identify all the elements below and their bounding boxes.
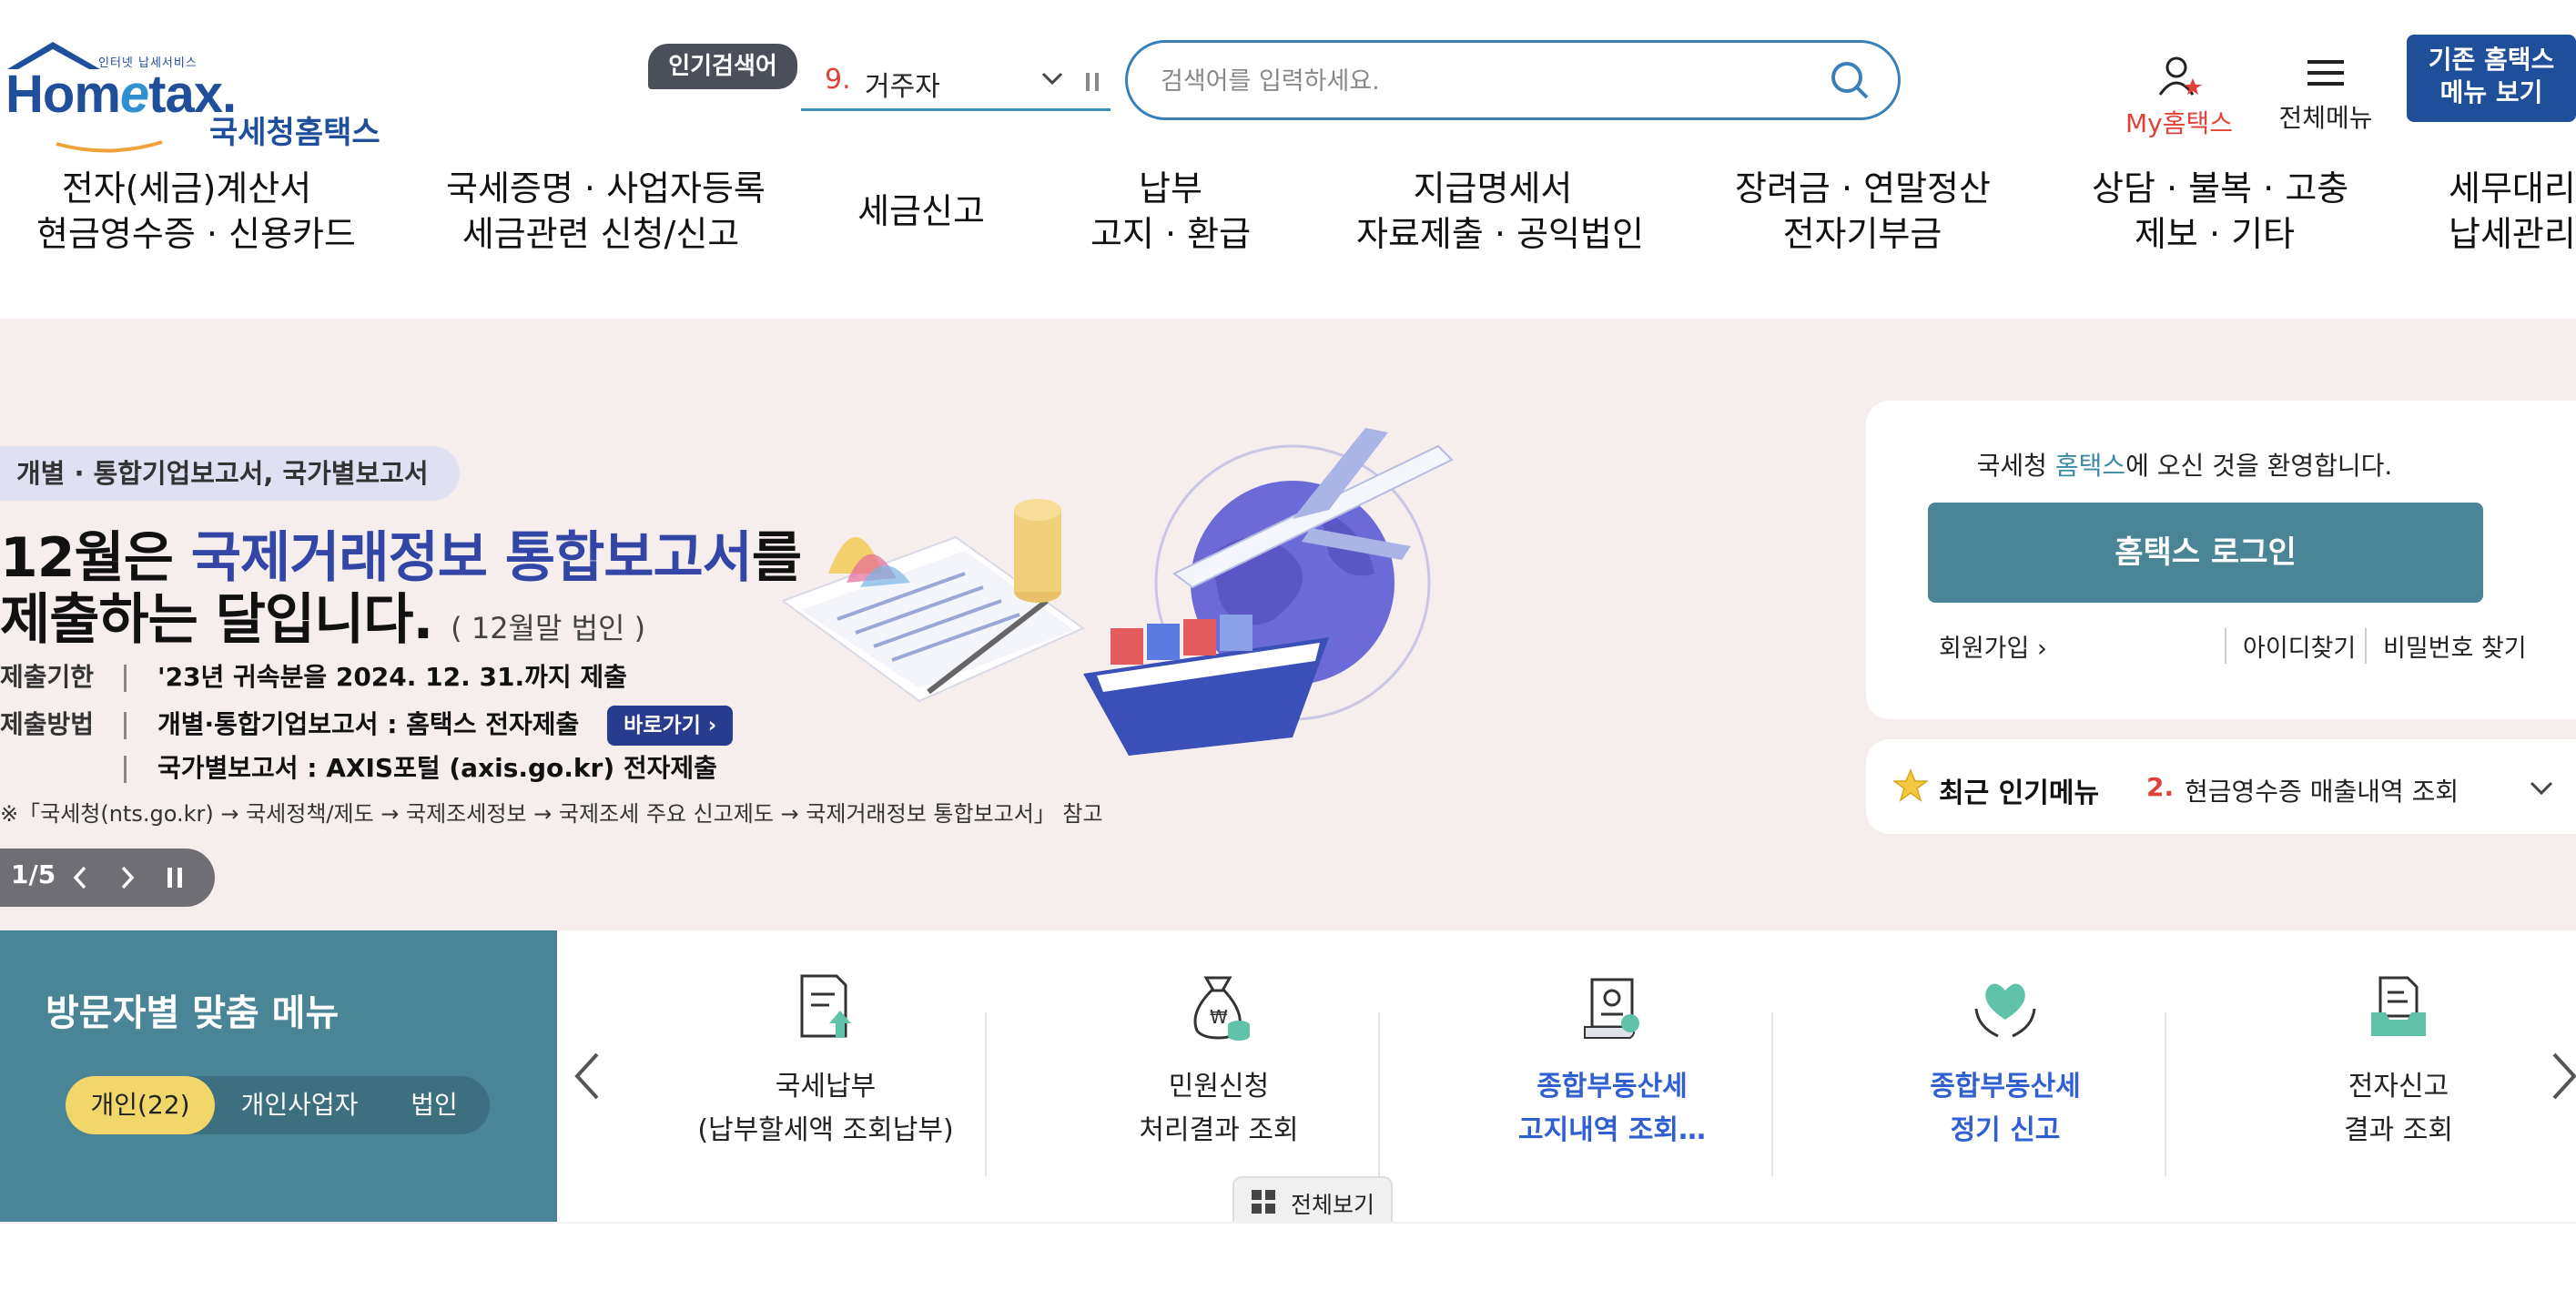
nav-item-incentives[interactable]: 장려금 · 연말정산 전자기부금 <box>1735 166 1991 257</box>
chevron-left-icon[interactable] <box>572 1051 604 1102</box>
popular-search-term[interactable]: 거주자 <box>865 64 940 104</box>
popular-search-badge: 인기검색어 <box>648 44 797 89</box>
tab-sole-proprietor[interactable]: 개인사업자 <box>222 1076 377 1134</box>
legacy-menu-button[interactable]: 기존 홈택스 메뉴 보기 <box>2407 35 2576 122</box>
banner-pager: 1/5 <box>0 849 215 907</box>
nav-item-e-invoice[interactable]: 전자(세금)계산서 현금영수증 · 신용카드 <box>36 166 356 257</box>
money-bag-icon: ₩ <box>1193 976 1250 1041</box>
banner-method-row: 제출방법 개별·통합기업보고서 : 홈택스 전자제출 바로가기 › <box>0 705 734 746</box>
quick-menu-strip: 국세납부 (납부할세액 조회납부) ₩ 민원신청 처리결과 조회 종합부동산세 … <box>557 930 2576 1222</box>
search-input[interactable] <box>1161 59 1798 103</box>
recent-popular-title: 최근 인기메뉴 <box>1939 777 2100 809</box>
banner-tag: 개별 · 통합기업보고서, 국가별보고서 <box>0 446 460 501</box>
login-button[interactable]: 홈택스 로그인 <box>1928 503 2483 603</box>
document-tray-icon <box>2371 976 2426 1036</box>
chevron-right-icon[interactable] <box>2547 1051 2576 1102</box>
banner-deadline-row: 제출기한 '23년 귀속분을 2024. 12. 31.까지 제출 <box>0 662 627 692</box>
nav-item-statements[interactable]: 지급명세서 자료제출 · 공익법인 <box>1356 166 1644 257</box>
nav-item-consultation[interactable]: 상담 · 불복 · 고충 제보 · 기타 <box>2092 166 2348 257</box>
nav-item-tax-agent[interactable]: 세무대리 납세관리 <box>2449 166 2576 257</box>
banner-note: ※「국세청(nts.go.kr) → 국세정책/제도 → 국제조세정보 → 국제… <box>0 801 1103 827</box>
logo-brand: Hometax. <box>5 65 237 124</box>
hamburger-icon <box>2307 60 2344 86</box>
quick-item-e-filing-result[interactable]: 전자신고 결과 조회 <box>2203 972 2576 1182</box>
quick-item-tax-payment[interactable]: 국세납부 (납부할세액 조회납부) <box>630 972 1021 1182</box>
banner-page-count: 1/5 <box>11 859 56 889</box>
find-id-link[interactable]: 아이디찾기 <box>2225 628 2356 664</box>
all-menu-label: 전체메뉴 <box>2278 103 2373 133</box>
chevron-down-icon[interactable] <box>1040 66 1065 91</box>
nav-item-certificates[interactable]: 국세증명 · 사업자등록 세금관련 신청/신고 <box>446 166 766 257</box>
search-bar <box>1125 40 1901 120</box>
my-hometax-label: My홈택스 <box>2125 108 2233 138</box>
search-icon[interactable] <box>1829 59 1871 101</box>
nav-item-tax-filing[interactable]: 세금신고 <box>857 188 985 234</box>
logo-korean-name: 국세청홈택스 <box>209 115 380 151</box>
logo-swoosh-icon <box>56 140 163 153</box>
banner-method-row-2: 국가별보고서 : AXIS포털 (axis.go.kr) 전자제출 <box>0 748 717 785</box>
view-all-label: 전체보기 <box>1291 1192 1375 1218</box>
star-icon <box>1893 768 1928 802</box>
visitor-tabs: 개인(22) 개인사업자 법인 <box>66 1076 490 1134</box>
legacy-menu-line2: 메뉴 보기 <box>2439 77 2543 107</box>
main-banner: 개별 · 통합기업보고서, 국가별보고서 12월은 국제거래정보 통합보고서를 … <box>0 319 2576 930</box>
chevron-down-icon[interactable] <box>2529 777 2554 799</box>
hometax-logo[interactable]: 인터넷 납세서비스 Hometax. 국세청홈택스 <box>0 36 401 153</box>
popular-search-rank: 9. <box>825 64 851 96</box>
svg-text:₩: ₩ <box>1210 1006 1228 1028</box>
main-navigation: 전자(세금)계산서 현금영수증 · 신용카드 국세증명 · 사업자등록 세금관련 신… <box>0 166 2576 266</box>
tab-individual[interactable]: 개인(22) <box>66 1076 215 1134</box>
quick-item-property-tax-notice[interactable]: 종합부동산세 고지내역 조회… <box>1416 972 1808 1182</box>
view-all-button[interactable]: 전체보기 <box>1232 1176 1393 1224</box>
all-menu-button[interactable]: 전체메뉴 <box>2272 55 2379 137</box>
chevron-right-icon[interactable] <box>117 865 138 890</box>
visitor-menu-title: 방문자별 맞춤 메뉴 <box>46 992 340 1034</box>
user-star-icon <box>2158 56 2202 96</box>
pause-icon[interactable] <box>1083 71 1101 93</box>
recent-popular-menu[interactable]: 최근 인기메뉴 2. 현금영수증 매출내역 조회 <box>1866 739 2576 834</box>
popular-search-ticker[interactable]: 9. 거주자 <box>801 55 1111 111</box>
find-password-link[interactable]: 비밀번호 찾기 <box>2365 628 2527 664</box>
certificate-scroll-icon <box>1584 978 1639 1039</box>
my-hometax-button[interactable]: My홈택스 <box>2115 55 2243 138</box>
quick-item-civil-petition[interactable]: ₩ 민원신청 처리결과 조회 <box>1023 972 1415 1182</box>
document-upload-icon <box>800 974 851 1038</box>
coins-illustration <box>1014 499 1061 603</box>
login-card: 국세청 홈택스에 오신 것을 환영합니다. 홈택스 로그인 회원가입 › 아이디… <box>1866 401 2576 719</box>
chevron-left-icon[interactable] <box>69 865 91 890</box>
banner-illustration <box>783 428 1454 756</box>
visitor-custom-menu: 방문자별 맞춤 메뉴 개인(22) 개인사업자 법인 <box>0 930 557 1222</box>
welcome-text: 국세청 홈택스에 오신 것을 환영합니다. <box>1976 451 2393 481</box>
recent-popular-item[interactable]: 현금영수증 매출내역 조회 <box>2185 772 2459 808</box>
banner-headline-2: 제출하는 달입니다. ( 12월말 법인 ) <box>0 588 646 652</box>
pause-icon[interactable] <box>164 865 186 890</box>
section-divider <box>0 1222 2576 1224</box>
recent-popular-rank: 2. <box>2146 772 2175 802</box>
nav-item-payment[interactable]: 납부 고지 · 환급 <box>1089 166 1253 257</box>
legacy-menu-line1: 기존 홈택스 <box>2428 45 2555 75</box>
signup-link[interactable]: 회원가입 › <box>1939 628 2047 664</box>
heart-hands-icon <box>1974 983 2036 1038</box>
tab-corporation[interactable]: 법인 <box>384 1076 484 1134</box>
quick-item-property-tax-filing[interactable]: 종합부동산세 정기 신고 <box>1810 972 2201 1182</box>
grid-icon <box>1252 1190 1275 1214</box>
banner-go-button[interactable]: 바로가기 › <box>607 706 734 746</box>
